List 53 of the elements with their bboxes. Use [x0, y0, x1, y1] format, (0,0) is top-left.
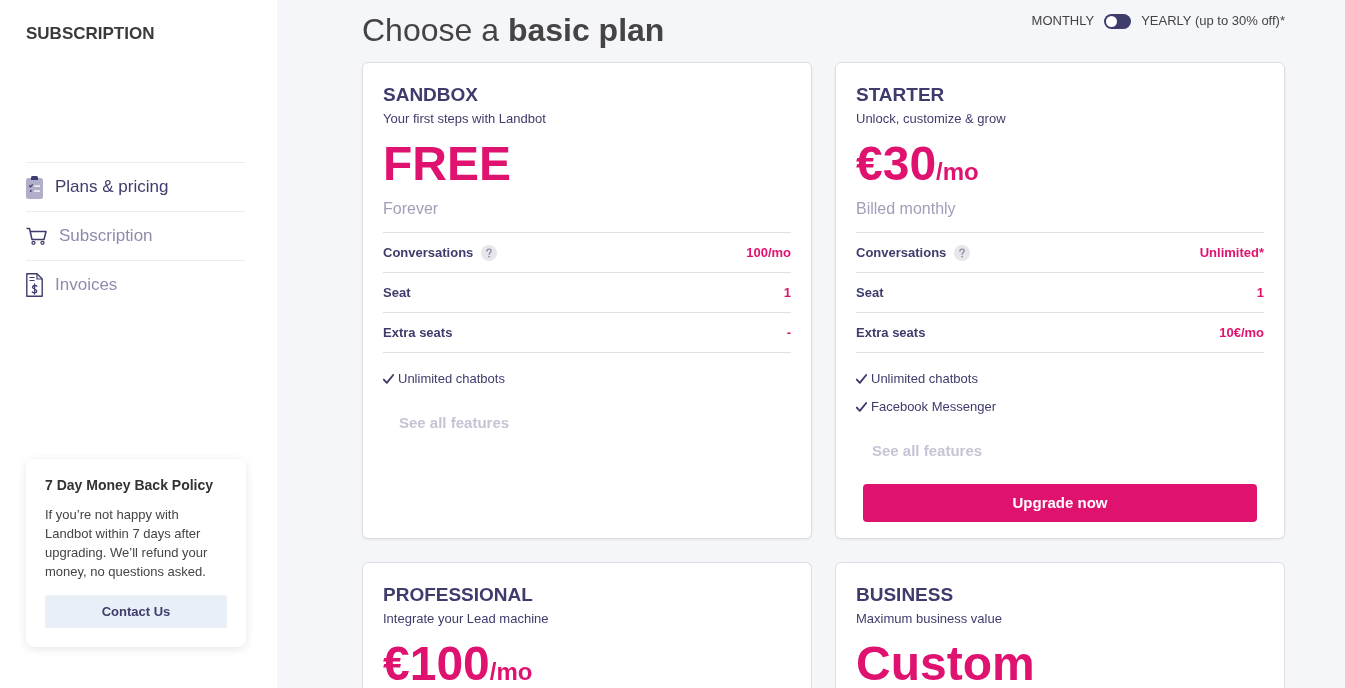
plan-name: PROFESSIONAL — [383, 583, 533, 607]
feature-value: 1 — [1256, 283, 1264, 302]
feature-value: 1 — [783, 283, 791, 302]
invoice-icon — [26, 273, 43, 297]
plan-name: SANDBOX — [383, 83, 478, 107]
policy-text: If you’re not happy with Landbot within 7 days after upgrading. We’ll refund your money, no questions asked. — [45, 506, 209, 581]
feature-text: Facebook Messenger — [871, 398, 996, 416]
feature-label: Conversations — [383, 243, 474, 262]
plan-price: FREE — [383, 140, 511, 188]
plan-name: STARTER — [856, 83, 945, 107]
check-icon — [383, 374, 394, 384]
plan-price: €30 — [856, 140, 937, 188]
feature-label: Seat — [856, 283, 884, 302]
sidebar-item[interactable]: Subscription — [26, 211, 245, 260]
sidebar-item[interactable]: Invoices — [26, 260, 245, 309]
plan-price: Custom — [856, 640, 1035, 688]
billing-option-label: YEARLY (up to 30% off)* — [1141, 12, 1285, 30]
feature-label: Extra seats — [856, 323, 926, 342]
contact-us-button[interactable]: Contact Us — [45, 595, 227, 628]
upgrade-button[interactable]: Upgrade now — [863, 484, 1257, 522]
feature-value: 10€/mo — [1219, 323, 1264, 342]
feature-text: Unlimited chatbots — [871, 370, 978, 388]
price-unit: /mo — [489, 660, 533, 684]
plan-tagline: Unlock, customize & grow — [856, 110, 1006, 128]
price-note: Forever — [383, 199, 439, 219]
feature-label: Conversations — [856, 243, 947, 262]
cart-icon — [26, 227, 47, 245]
see-all-features-link[interactable]: See all features — [872, 441, 983, 461]
check-icon — [856, 374, 867, 384]
feature-value: 100/mo — [746, 243, 791, 262]
feature-label: Seat — [383, 283, 411, 302]
sidebar-title: SUBSCRIPTION — [26, 23, 155, 44]
plan-tagline: Your first steps with Landbot — [383, 110, 546, 128]
feature-value: - — [786, 323, 791, 342]
billing-toggle[interactable] — [1104, 13, 1132, 29]
billing-option-label: MONTHLY — [1031, 12, 1095, 30]
feature-label: Extra seats — [383, 323, 453, 342]
check-icon — [856, 402, 867, 412]
plan-name: BUSINESS — [856, 583, 954, 607]
policy-title: 7 Day Money Back Policy — [45, 477, 215, 494]
plan-tagline: Maximum business value — [856, 610, 1002, 628]
page-heading: Choose a basic plan — [362, 11, 665, 50]
price-note: Billed monthly — [856, 199, 956, 219]
price-unit: /mo — [936, 160, 979, 184]
plan-price: €100 — [383, 640, 490, 688]
feature-text: Unlimited chatbots — [398, 370, 505, 388]
plan-tagline: Integrate your Lead machine — [383, 610, 549, 628]
clipboard-icon — [26, 175, 43, 199]
help-icon[interactable] — [481, 244, 498, 261]
feature-value: Unlimited* — [1199, 243, 1264, 262]
see-all-features-link[interactable]: See all features — [399, 413, 510, 433]
sidebar-item[interactable]: Plans & pricing — [26, 162, 245, 211]
help-icon[interactable] — [954, 244, 971, 261]
